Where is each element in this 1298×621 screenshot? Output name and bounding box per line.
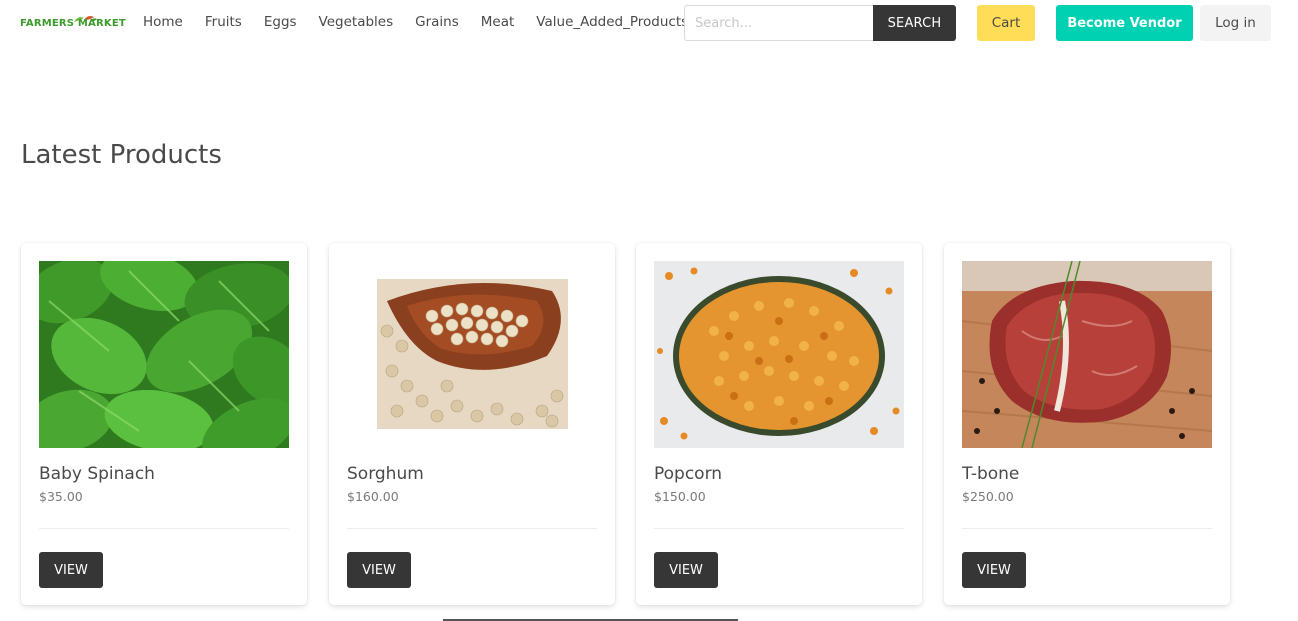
login-button[interactable]: Log in — [1200, 5, 1271, 41]
product-price: $250.00 — [962, 489, 1014, 504]
product-card: Sorghum $160.00 VIEW — [329, 243, 615, 605]
product-price: $150.00 — [654, 489, 706, 504]
search-button[interactable]: SEARCH — [873, 5, 956, 41]
product-card: T-bone $250.00 VIEW — [944, 243, 1230, 605]
card-divider — [39, 528, 289, 529]
product-name: Sorghum — [347, 464, 424, 484]
nav-grains[interactable]: Grains — [415, 14, 459, 30]
product-name: Baby Spinach — [39, 464, 155, 484]
navbar: FARMERS MARKET Home Fruits Eggs Vegetabl… — [0, 0, 1298, 46]
product-name: T-bone — [962, 464, 1020, 484]
card-divider — [347, 528, 597, 529]
card-divider — [962, 528, 1212, 529]
cart-button[interactable]: Cart — [977, 5, 1035, 41]
product-name: Popcorn — [654, 464, 723, 484]
view-button[interactable]: VIEW — [39, 552, 103, 588]
view-button[interactable]: VIEW — [962, 552, 1026, 588]
product-card: Popcorn $150.00 VIEW — [636, 243, 922, 605]
product-price: $160.00 — [347, 489, 399, 504]
page-title: Latest Products — [21, 140, 222, 170]
nav-meat[interactable]: Meat — [481, 14, 515, 30]
nav-home[interactable]: Home — [143, 14, 183, 30]
nav-value-added-products[interactable]: Value_Added_Products — [536, 14, 688, 30]
brand-logo[interactable]: FARMERS MARKET — [20, 14, 126, 32]
product-image-sorghum[interactable] — [347, 261, 597, 448]
main-nav: Home Fruits Eggs Vegetables Grains Meat … — [143, 14, 710, 30]
product-image-popcorn[interactable] — [654, 261, 904, 448]
view-button[interactable]: VIEW — [654, 552, 718, 588]
nav-eggs[interactable]: Eggs — [264, 14, 297, 30]
view-button[interactable]: VIEW — [347, 552, 411, 588]
logo-text: FARMERS MARKET — [20, 18, 126, 29]
product-price: $35.00 — [39, 489, 83, 504]
product-image-tbone[interactable] — [962, 261, 1212, 448]
become-vendor-button[interactable]: Become Vendor — [1056, 5, 1193, 41]
nav-vegetables[interactable]: Vegetables — [319, 14, 394, 30]
search-bar: SEARCH — [684, 5, 956, 41]
card-divider — [654, 528, 904, 529]
nav-fruits[interactable]: Fruits — [205, 14, 242, 30]
product-image-spinach[interactable] — [39, 261, 289, 448]
product-card: Baby Spinach $35.00 VIEW — [21, 243, 307, 605]
search-input[interactable] — [684, 5, 873, 41]
